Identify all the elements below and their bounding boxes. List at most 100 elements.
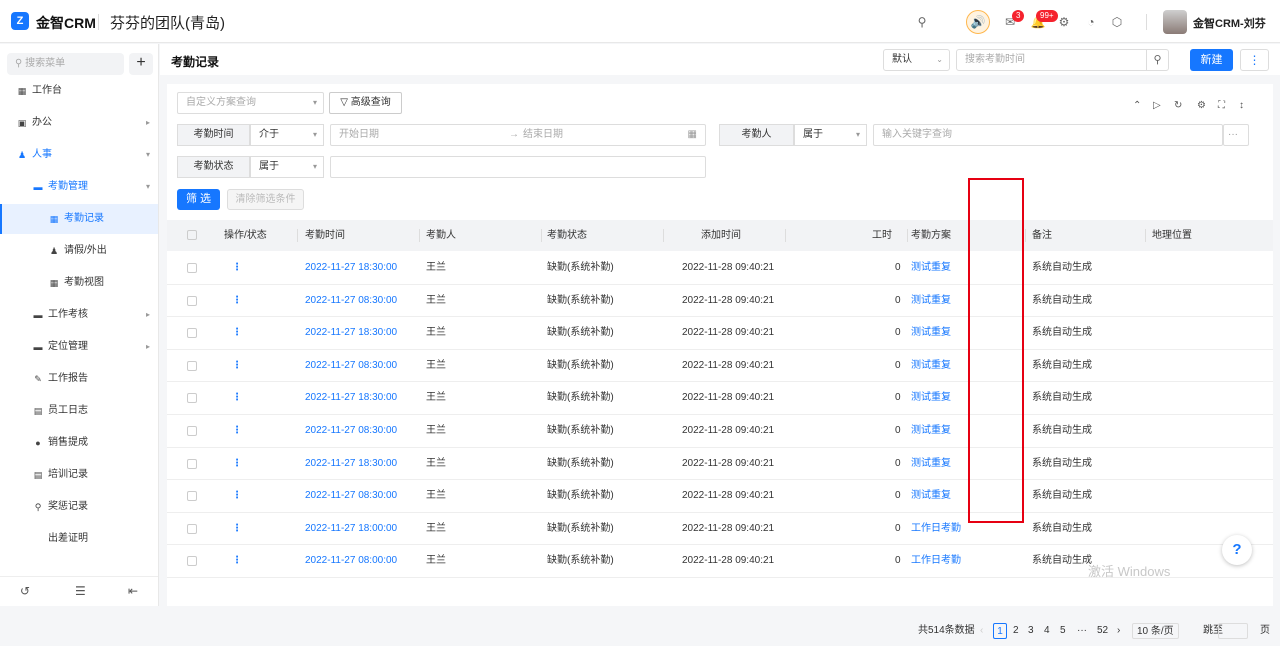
filter-button[interactable]: 筛 选 [177, 189, 220, 210]
row-checkbox[interactable] [187, 360, 197, 371]
row-checkbox[interactable] [187, 426, 197, 436]
column-header[interactable]: 添加时间 [701, 220, 741, 251]
team-name[interactable]: 芬芬的团队(青岛) [110, 12, 225, 33]
table-row[interactable]: ⋮ 2022-11-27 18:30:00 王兰 缺勤(系统补勤) 2022-11-28… [167, 252, 1273, 285]
sidebar-item-dashboard[interactable]: ▦ 工作台 [0, 76, 158, 106]
page-2[interactable]: 2 [1013, 623, 1019, 639]
sidebar-item-work-report[interactable]: ✎ 工作报告 [0, 364, 158, 394]
more-button[interactable]: ⋮ [1240, 49, 1269, 71]
attendance-time-link[interactable]: 2022-11-27 08:30:00 [305, 415, 397, 447]
status-value-input[interactable] [330, 156, 706, 178]
add-menu-button[interactable]: + [129, 53, 153, 75]
sidebar-item-attendance-records[interactable]: ▦ 考勤记录 [0, 204, 158, 234]
row-checkbox[interactable] [187, 523, 197, 534]
person-input[interactable]: 输入关键字查询 [873, 124, 1223, 146]
page-ellipsis[interactable]: ··· [1077, 623, 1087, 639]
jump-input[interactable] [1218, 623, 1248, 639]
attendance-scheme-link[interactable]: 测试重复 [911, 448, 951, 480]
search-input[interactable]: 搜索考勤时间 ⚲ [956, 49, 1169, 71]
table-row[interactable]: ⋮ 2022-11-27 08:30:00 王兰 缺勤(系统补勤) 2022-11-28… [167, 480, 1273, 513]
attendance-scheme-link[interactable]: 工作日考勤 [911, 545, 961, 577]
collapse-icon[interactable]: ⌃ [1133, 100, 1141, 111]
row-checkbox[interactable] [187, 393, 197, 404]
table-row[interactable]: ⋮ 2022-11-27 18:30:00 王兰 缺勤(系统补勤) 2022-11-28… [167, 382, 1273, 415]
column-header[interactable]: 备注 [1032, 220, 1052, 251]
avatar[interactable] [1163, 10, 1187, 34]
sidebar-item-leave[interactable]: ♟ 请假/外出 [0, 236, 158, 266]
row-actions-menu[interactable]: ⋮ [232, 448, 242, 480]
settings-icon[interactable]: ⚙ [1197, 100, 1206, 111]
table-row[interactable]: ⋮ 2022-11-27 18:00:00 王兰 缺勤(系统补勤) 2022-11-28… [167, 513, 1273, 546]
page-3[interactable]: 3 [1028, 623, 1034, 639]
table-row[interactable]: ⋮ 2022-11-27 08:30:00 王兰 缺勤(系统补勤) 2022-11-28… [167, 415, 1273, 448]
attendance-time-link[interactable]: 2022-11-27 18:30:00 [305, 252, 397, 284]
sidebar-item-rewards[interactable]: ⚲ 奖惩记录 [0, 492, 158, 522]
row-actions-menu[interactable]: ⋮ [232, 415, 242, 447]
attendance-scheme-link[interactable]: 测试重复 [911, 382, 951, 414]
pie-chart-icon[interactable]: ◔ [1083, 14, 1099, 30]
cube-icon[interactable]: ⬡ [1109, 14, 1125, 30]
announcement-icon[interactable]: 🔊 [966, 10, 990, 34]
user-name[interactable]: 金智CRM-刘芬 [1193, 15, 1266, 31]
attendance-time-link[interactable]: 2022-11-27 18:30:00 [305, 382, 397, 414]
attendance-scheme-link[interactable]: 测试重复 [911, 252, 951, 284]
menu-search-input[interactable]: ⚲ 搜索菜单 [7, 53, 124, 75]
sidebar-item-commission[interactable]: ● 销售提成 [0, 428, 158, 458]
column-header[interactable]: 工时 [872, 220, 892, 251]
table-row[interactable]: ⋮ 2022-11-27 08:30:00 王兰 缺勤(系统补勤) 2022-11-28… [167, 285, 1273, 318]
column-header[interactable]: 考勤状态 [547, 220, 587, 251]
play-icon[interactable]: ▷ [1153, 100, 1161, 111]
select-all-checkbox[interactable] [187, 230, 197, 240]
row-checkbox[interactable] [187, 491, 197, 502]
row-actions-menu[interactable]: ⋮ [232, 545, 242, 577]
row-checkbox[interactable] [187, 295, 197, 306]
settings-icon[interactable]: ⚙ [1056, 14, 1072, 30]
refresh-icon[interactable]: ↻ [1174, 100, 1182, 111]
row-checkbox[interactable] [187, 556, 197, 567]
table-row[interactable]: ⋮ 2022-11-27 18:30:00 王兰 缺勤(系统补勤) 2022-11-28… [167, 317, 1273, 350]
column-header[interactable]: 地理位置 [1152, 220, 1192, 251]
attendance-scheme-link[interactable]: 测试重复 [911, 285, 951, 317]
sidebar-item-attendance-view[interactable]: ▦ 考勤视图 [0, 268, 158, 298]
table-row[interactable]: ⋮ 2022-11-27 18:30:00 王兰 缺勤(系统补勤) 2022-11-28… [167, 448, 1273, 481]
row-actions-menu[interactable]: ⋮ [232, 350, 242, 382]
attendance-scheme-link[interactable]: 测试重复 [911, 317, 951, 349]
row-actions-menu[interactable]: ⋮ [232, 480, 242, 512]
attendance-time-link[interactable]: 2022-11-27 08:00:00 [305, 545, 397, 577]
status-operator-select[interactable]: 属于 ▾ [250, 156, 324, 178]
column-header[interactable]: 考勤人 [426, 220, 456, 251]
table-row[interactable]: ⋮ 2022-11-27 08:30:00 王兰 缺勤(系统补勤) 2022-11-28… [167, 350, 1273, 383]
page-5[interactable]: 5 [1060, 623, 1066, 639]
attendance-scheme-link[interactable]: 测试重复 [911, 480, 951, 512]
attendance-time-link[interactable]: 2022-11-27 18:00:00 [305, 513, 397, 545]
prev-page-button[interactable]: ‹ [980, 623, 983, 639]
row-actions-menu[interactable]: ⋮ [232, 317, 242, 349]
page-1[interactable]: 1 [993, 623, 1007, 639]
row-actions-menu[interactable]: ⋮ [232, 285, 242, 317]
column-header[interactable]: 操作/状态 [224, 220, 267, 251]
sidebar-item-attendance-mgmt[interactable]: ▬ 考勤管理 ▾ [0, 172, 158, 202]
collapse-menu-icon[interactable]: ⇤ [128, 584, 138, 598]
page-last[interactable]: 52 [1097, 623, 1108, 639]
sidebar-item-location[interactable]: ▬ 定位管理 ▸ [0, 332, 158, 362]
attendance-time-link[interactable]: 2022-11-27 08:30:00 [305, 350, 397, 382]
column-header[interactable]: 考勤方案 [911, 220, 951, 251]
sidebar-item-hr[interactable]: ♟ 人事 ▾ [0, 140, 158, 170]
page-size-select[interactable]: 10 条/页 [1132, 623, 1179, 639]
attendance-time-link[interactable]: 2022-11-27 08:30:00 [305, 285, 397, 317]
person-operator-select[interactable]: 属于 ▾ [794, 124, 867, 146]
attendance-scheme-link[interactable]: 测试重复 [911, 350, 951, 382]
date-range-input[interactable]: 开始日期 → 结束日期 ▦ [330, 124, 706, 146]
row-actions-menu[interactable]: ⋮ [232, 252, 242, 284]
person-picker-button[interactable]: ··· [1223, 124, 1249, 146]
column-header[interactable]: 考勤时间 [305, 220, 345, 251]
bell-icon[interactable]: 🔔 99+ [1030, 10, 1058, 30]
notification-icon[interactable]: ✉ 3 [1002, 10, 1025, 30]
search-icon[interactable]: ⚲ [1146, 50, 1168, 70]
help-button[interactable]: ? [1222, 535, 1252, 565]
attendance-time-link[interactable]: 2022-11-27 18:30:00 [305, 317, 397, 349]
row-actions-menu[interactable]: ⋮ [232, 513, 242, 545]
attendance-scheme-link[interactable]: 工作日考勤 [911, 513, 961, 545]
scheme-select[interactable]: 自定义方案查询 ▾ [177, 92, 324, 114]
time-operator-select[interactable]: 介于 ▾ [250, 124, 324, 146]
